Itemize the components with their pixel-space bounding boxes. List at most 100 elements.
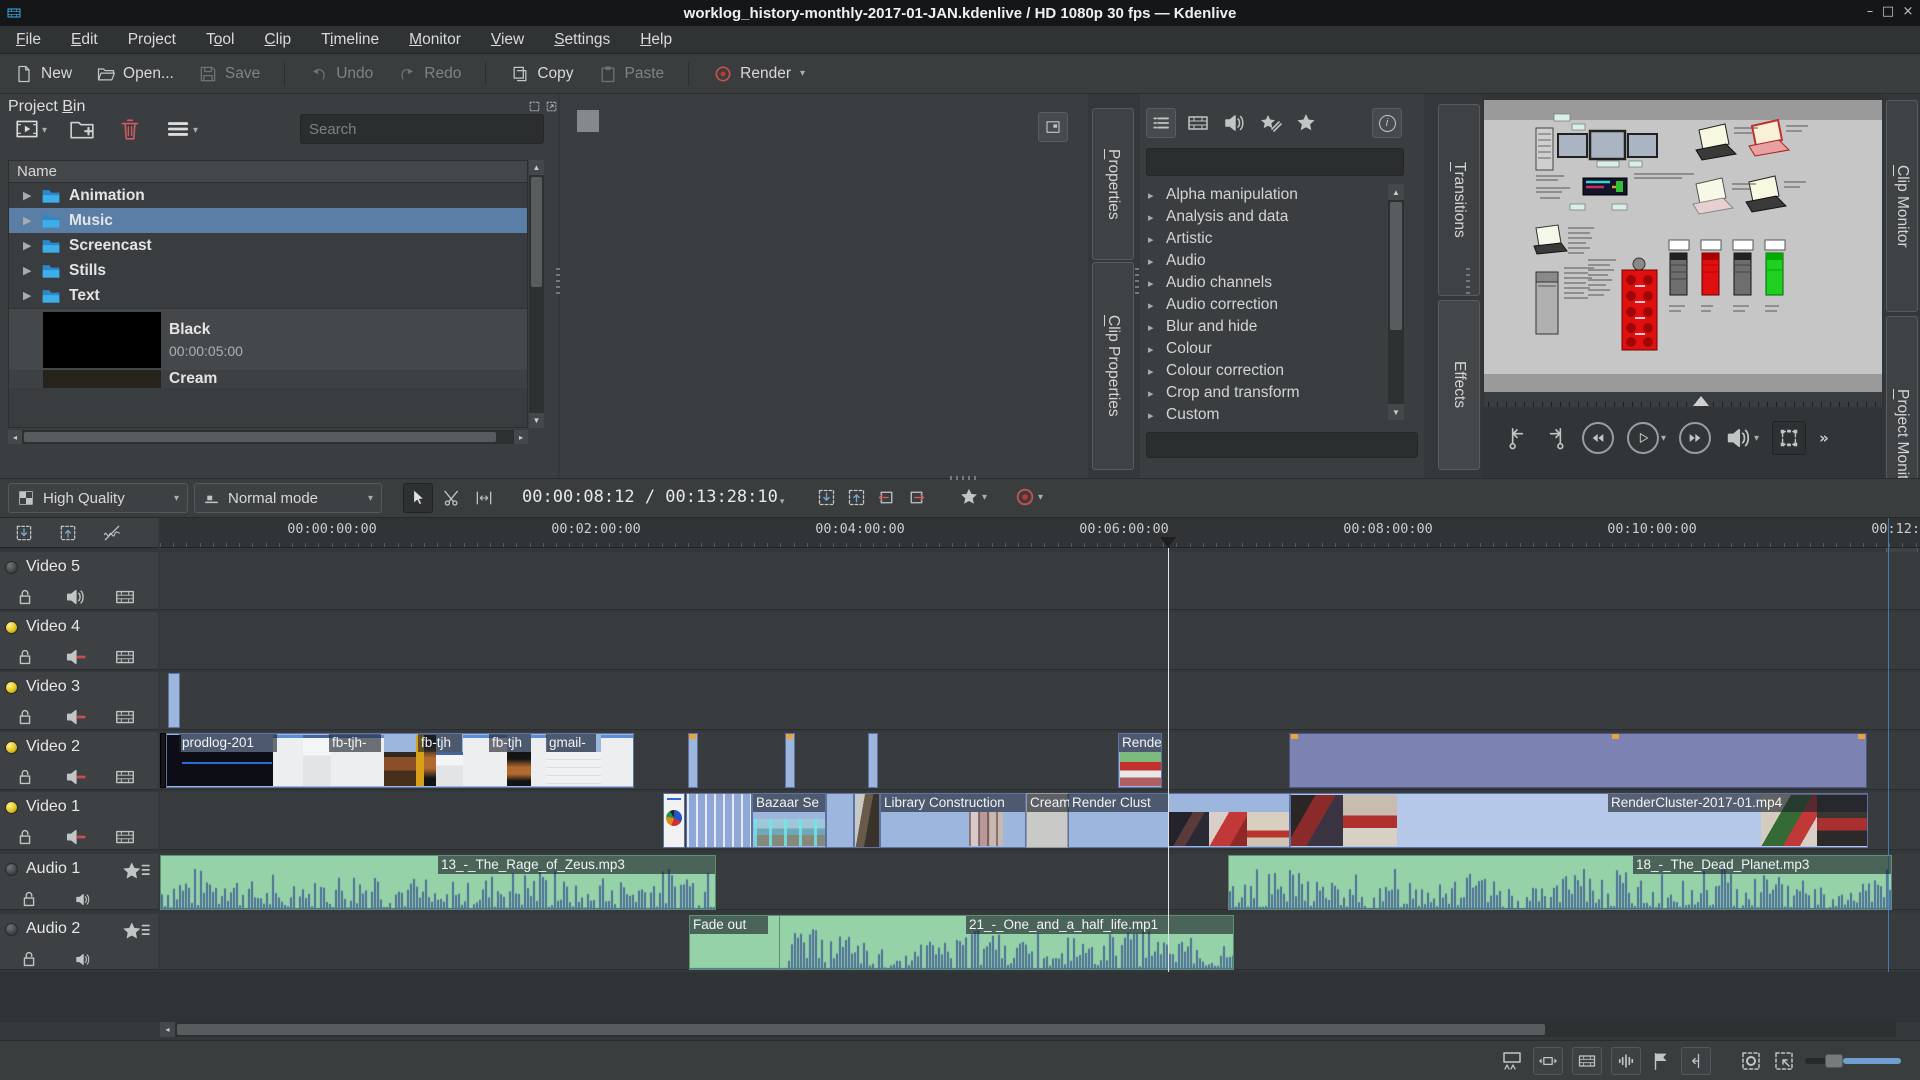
bin-folder-music[interactable]: ▶ Music [9,208,527,233]
delete-clip-button[interactable] [117,116,143,142]
track-video-icon[interactable] [114,826,136,848]
track-target-led[interactable] [5,681,18,694]
add-clip-button[interactable]: ▾ [14,116,47,142]
preview-quality-dropdown[interactable]: High Quality ▾ [8,483,188,513]
menu-timeline[interactable]: Timeline [321,31,379,49]
bin-clip-black[interactable]: Black 00:00:05:00 [9,308,527,370]
track-header-video-5[interactable]: Video 5 [0,552,158,610]
timeline-clip[interactable] [168,673,180,728]
playhead-line[interactable] [1168,548,1169,972]
track-mute-icon[interactable] [64,826,86,848]
monitor-playhead[interactable] [1693,396,1709,406]
favorite-effects-filter-icon[interactable] [1294,111,1318,135]
timeline-audio-clip[interactable]: Fade out21_-_One_and_a_half_life.mp1 [689,915,1234,970]
undo-button[interactable]: Undo [309,64,373,84]
razor-tool-button[interactable] [437,483,467,513]
effect-category-crop-and-transform[interactable]: ▸Crop and transform [1142,382,1386,404]
audio-effects-filter-icon[interactable] [1222,111,1246,135]
effect-category-custom[interactable]: ▸Custom [1142,404,1386,420]
effects-secondary-input[interactable] [1146,432,1418,458]
bin-vscrollbar[interactable]: ▲ ▼ [529,160,544,428]
toolbar-overflow-button[interactable]: » [1819,429,1829,447]
track-mute-icon[interactable] [74,951,91,968]
timeline-ruler[interactable]: 00:00:00:0000:02:00:0000:04:00:0000:06:0… [160,518,1920,548]
set-zone-in-icon[interactable] [1504,425,1530,451]
track-effects-star-icon[interactable] [120,859,150,885]
timeline-clip[interactable] [688,733,698,788]
track-video-icon[interactable] [114,766,136,788]
insert-zone-up-icon[interactable] [58,523,78,543]
timeline-clip[interactable]: Library Construction [880,793,1026,848]
timeline-clip[interactable] [686,793,752,848]
forward-button[interactable] [1679,422,1711,454]
menu-file[interactable]: File [16,31,41,49]
effect-category-colour[interactable]: ▸Colour [1142,338,1386,360]
timeline-clip[interactable]: Rende [1118,733,1162,788]
track-header-video-1[interactable]: Video 1 [0,792,158,850]
video-thumbnails-button[interactable] [1572,1047,1602,1075]
bin-clip-cream[interactable]: Cream [9,370,527,388]
timeline-preview-button[interactable]: ▾ [1014,486,1043,508]
track-video-icon[interactable] [114,646,136,668]
track-lock-icon[interactable] [14,706,36,728]
playhead-marker[interactable] [1160,537,1176,548]
timeline-clip[interactable] [854,793,880,848]
menu-clip[interactable]: Clip [264,31,291,49]
insert-zone-down-icon[interactable] [14,523,34,543]
spacer-tool-button[interactable] [469,483,499,513]
bin-search-input[interactable]: Search [300,114,544,144]
zoom-slider-handle[interactable] [1825,1054,1843,1068]
track-lock-icon[interactable] [18,888,40,910]
track-header-video-4[interactable]: Video 4 [0,612,158,670]
track-header-audio-1[interactable]: Audio 1 [0,854,158,910]
track-lock-icon[interactable] [14,646,36,668]
effect-category-artistic[interactable]: ▸Artistic [1142,228,1386,250]
bin-folder-screencast[interactable]: ▶ Screencast [9,233,527,258]
audio-thumbnails-button[interactable] [1611,1047,1641,1075]
new-button[interactable]: New [14,64,72,84]
expand-arrow-icon[interactable]: ▶ [23,214,33,227]
track-mute-icon[interactable] [64,766,86,788]
fit-zone-icon[interactable] [1739,1049,1763,1073]
redo-button[interactable]: Redo [397,64,461,84]
menu-view[interactable]: View [491,31,524,49]
splitter-handle[interactable] [950,476,980,480]
track-header-video-3[interactable]: Video 3 [0,672,158,730]
tab-clip-monitor[interactable]: Clip Monitor [1886,100,1918,312]
menu-tool[interactable]: Tool [206,31,234,49]
track-target-led[interactable] [5,621,18,634]
track-mute-icon[interactable] [64,586,86,608]
timeline-clip[interactable]: Render Clust [1068,793,1290,848]
minimize-button[interactable]: – [1862,2,1878,22]
track-header-audio-2[interactable]: Audio 2 [0,914,158,970]
timeline-clip-group[interactable]: prodlog-201fb-tjh-fb-tjhfb-tjhgmail- [166,733,634,788]
expand-arrow-icon[interactable]: ▶ [23,264,33,277]
splitter-handle[interactable] [1135,268,1139,298]
splitter-handle[interactable] [556,268,560,298]
panel-options-button[interactable] [1038,112,1068,142]
track-header-video-2[interactable]: Video 2 [0,732,158,790]
open-button[interactable]: Open... [96,64,174,84]
set-zone-out-icon[interactable] [1543,425,1569,451]
monitor-ruler[interactable] [1484,392,1882,407]
timeline-clip[interactable] [1289,733,1867,788]
timeline-clip[interactable] [826,793,854,848]
track-mute-icon[interactable] [74,891,91,908]
maximize-button[interactable]: □ [1880,2,1896,22]
expand-arrow-icon[interactable]: ▶ [23,289,33,302]
tab-effects[interactable]: Effects [1438,300,1480,470]
effect-category-audio-channels[interactable]: ▸Audio channels [1142,272,1386,294]
track-lock-icon[interactable] [14,766,36,788]
timeline-clip[interactable] [868,733,878,788]
track-video-icon[interactable] [114,706,136,728]
render-dropdown-arrow[interactable]: ▾ [800,68,805,79]
render-button[interactable]: Render▾ [713,64,805,84]
remove-space-icon[interactable] [876,487,897,508]
effect-category-alpha-manipulation[interactable]: ▸Alpha manipulation [1142,184,1386,206]
tab-properties[interactable]: Properties [1092,108,1134,260]
expand-arrow-icon[interactable]: ▶ [23,189,33,202]
track-lane-video-3[interactable] [160,672,1920,730]
track-target-led[interactable] [5,863,18,876]
close-panel-icon[interactable] [545,100,558,113]
tab-clip-properties[interactable]: Clip Properties [1092,262,1134,470]
